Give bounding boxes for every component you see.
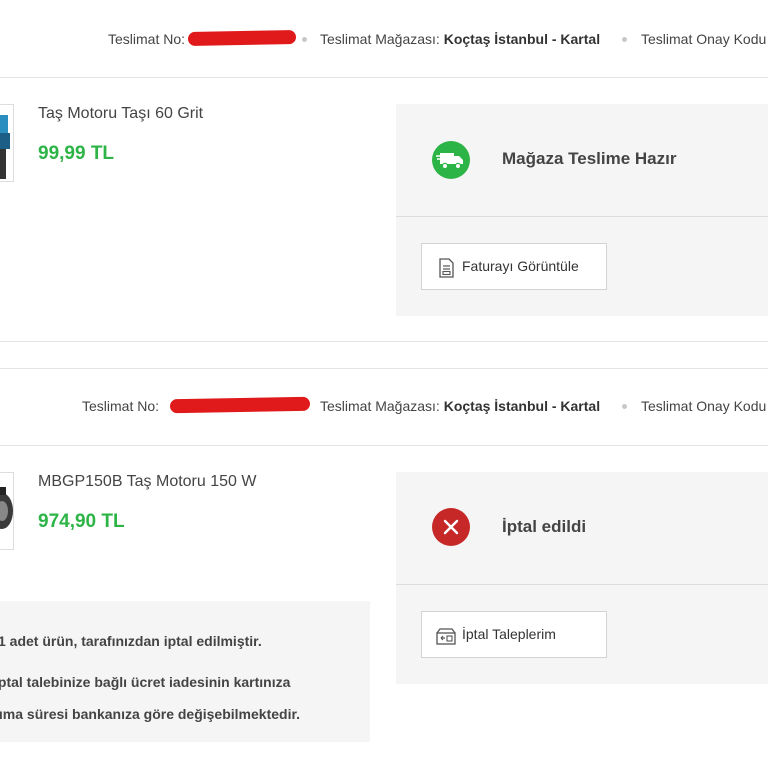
delivery-no-label: Teslimat No: [108, 31, 186, 47]
store-label: Teslimat Mağazası: [320, 31, 440, 47]
product-price: 974,90 TL [38, 511, 125, 532]
order-header: Teslimat No: Teslimat Mağazası: Koçtaş İ… [0, 368, 768, 446]
refund-time-line: yansıma süresi bankanıza göre değişebilm… [0, 706, 301, 722]
status-section: Mağaza Teslime Hazır [396, 104, 768, 217]
redacted-delivery-number [187, 30, 297, 46]
delivery-truck-icon [432, 141, 470, 179]
delivery-no-label: Teslimat No: [82, 398, 160, 414]
approval-code-label: Teslimat Onay Kodu [641, 31, 767, 47]
cancel-info-box: 1 adet ürün, tarafınızdan iptal edilmişt… [0, 601, 370, 742]
cancel-requests-label: İptal Taleplerim [462, 626, 556, 642]
status-section: İptal edildi [396, 472, 768, 585]
product-thumbnail[interactable] [0, 104, 14, 182]
refund-info-line: İptal talebinize bağlı ücret iadesinin k… [0, 674, 291, 690]
redacted-delivery-number [169, 396, 311, 414]
status-panel: Mağaza Teslime Hazır Faturayı Görüntüle [396, 104, 768, 316]
store-label: Teslimat Mağazası: [320, 398, 440, 414]
product-name[interactable]: MBGP150B Taş Motoru 150 W [38, 473, 256, 491]
product-name[interactable]: Taş Motoru Taşı 60 Grit [38, 105, 203, 123]
return-box-icon [436, 626, 456, 646]
view-invoice-button[interactable]: Faturayı Görüntüle [421, 243, 607, 290]
product-price: 99,99 TL [38, 143, 115, 164]
store-name: Koçtaş İstanbul - Kartal [443, 31, 601, 47]
store-info: Teslimat Mağazası: Koçtaş İstanbul - Kar… [320, 31, 600, 47]
cancel-requests-button[interactable]: İptal Taleplerim [421, 611, 607, 658]
invoice-icon [436, 258, 456, 278]
order-divider [0, 341, 768, 342]
separator-dot [622, 404, 627, 409]
status-label: İptal edildi [502, 517, 587, 536]
product-thumbnail[interactable] [0, 472, 14, 550]
store-name: Koçtaş İstanbul - Kartal [443, 398, 601, 414]
view-invoice-label: Faturayı Görüntüle [462, 258, 579, 274]
status-panel: İptal edildi İptal Taleplerim [396, 472, 768, 684]
store-info: Teslimat Mağazası: Koçtaş İstanbul - Kar… [320, 398, 600, 414]
cancel-x-icon [432, 508, 470, 546]
order-header: Teslimat No: Teslimat Mağazası: Koçtaş İ… [0, 0, 768, 78]
separator-dot [622, 37, 627, 42]
status-label: Mağaza Teslime Hazır [502, 149, 677, 168]
separator-dot [302, 37, 307, 42]
approval-code-label: Teslimat Onay Kodu [641, 398, 767, 414]
cancel-info-line: 1 adet ürün, tarafınızdan iptal edilmişt… [0, 633, 262, 649]
